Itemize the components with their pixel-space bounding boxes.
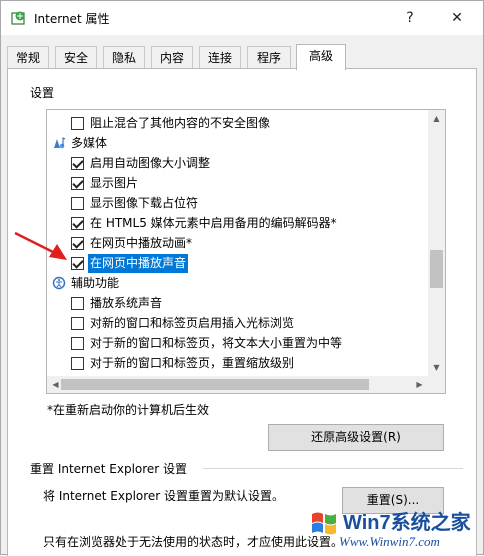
help-button[interactable]: ? — [398, 7, 422, 29]
list-category: 辅助功能 — [47, 273, 427, 293]
checkbox[interactable] — [71, 197, 84, 210]
list-item-label: 播放系统声音 — [90, 296, 163, 310]
checkbox[interactable] — [71, 357, 84, 370]
group-divider — [203, 468, 463, 469]
reset-note: 只有在浏览器处于无法使用的状态时，才应使用此设置。 — [43, 535, 344, 549]
list-item[interactable]: 在 HTML5 媒体元素中启用备用的编码解码器* — [47, 213, 427, 233]
category-label: 辅助功能 — [71, 276, 120, 290]
watermark-title: Win7系统之家 — [343, 512, 471, 534]
tab-strip: 常规 安全 隐私 内容 连接 程序 高级 — [7, 44, 477, 70]
horizontal-scroll-thumb[interactable] — [61, 379, 369, 390]
category-label: 多媒体 — [71, 136, 108, 150]
advanced-tab-panel: 设置 阻止混合了其他内容的不安全图像 多媒体 启用自动图像大小调整 显示图片 显… — [7, 68, 477, 556]
window-title: Internet 属性 — [34, 12, 110, 26]
list-item[interactable]: 阻止混合了其他内容的不安全图像 — [47, 113, 427, 133]
list-item-label: 在 HTML5 媒体元素中启用备用的编码解码器* — [90, 216, 337, 230]
list-item-label: 阻止混合了其他内容的不安全图像 — [90, 116, 271, 130]
checkbox[interactable] — [71, 177, 84, 190]
settings-group-label: 设置 — [30, 86, 55, 100]
reset-group-label: 重置 Internet Explorer 设置 — [30, 462, 188, 476]
list-item[interactable]: 对新的窗口和标签页启用插入光标浏览 — [47, 313, 427, 333]
internet-options-icon — [11, 11, 25, 25]
list-item-label: 对新的窗口和标签页启用插入光标浏览 — [90, 316, 295, 330]
scroll-down-icon[interactable]: ▼ — [428, 359, 445, 376]
tab-privacy[interactable]: 隐私 — [103, 46, 145, 69]
multimedia-icon — [54, 137, 66, 149]
checkbox[interactable] — [71, 117, 84, 130]
watermark-url: Www.Winwin7.com — [339, 534, 440, 549]
list-item-label: 对于新的窗口和标签页，将文本大小重置为中等 — [90, 336, 343, 350]
checkbox[interactable] — [71, 157, 84, 170]
watermark: Win7系统之家 Www.Winwin7.com — [309, 506, 484, 556]
tab-general[interactable]: 常规 — [7, 46, 49, 69]
close-button[interactable]: ✕ — [445, 7, 469, 29]
checkbox[interactable] — [71, 217, 84, 230]
restore-advanced-settings-button[interactable]: 还原高级设置(R) — [268, 424, 444, 451]
list-item-label: 在网页中播放动画* — [90, 236, 193, 250]
checkbox[interactable] — [71, 317, 84, 330]
list-item-label: 显示图像下载占位符 — [90, 196, 199, 210]
list-category: 多媒体 — [47, 133, 427, 153]
checkbox[interactable] — [71, 297, 84, 310]
list-item-label: 对于新的窗口和标签页，重置缩放级别 — [90, 356, 295, 370]
tab-advanced[interactable]: 高级 — [296, 44, 346, 70]
accessibility-icon — [52, 276, 66, 290]
tab-programs[interactable]: 程序 — [247, 46, 291, 69]
list-item[interactable]: 对于新的窗口和标签页，重置缩放级别 — [47, 353, 427, 373]
restart-note: *在重新启动你的计算机后生效 — [47, 403, 210, 417]
list-item-label: 显示图片 — [90, 176, 139, 190]
list-item[interactable]: 显示图片 — [47, 173, 427, 193]
horizontal-scrollbar[interactable]: ◀ ▶ — [47, 376, 428, 393]
internet-properties-dialog: Internet 属性 ? ✕ 常规 安全 隐私 内容 连接 程序 高级 设置 … — [0, 0, 484, 556]
checkbox[interactable] — [71, 237, 84, 250]
list-item[interactable]: 显示图像下载占位符 — [47, 193, 427, 213]
vertical-scroll-thumb[interactable] — [430, 250, 443, 288]
windows-logo-icon — [312, 512, 336, 535]
list-item[interactable]: 对于新的窗口和标签页，将文本大小重置为中等 — [47, 333, 427, 353]
list-item-selected[interactable]: 在网页中播放声音 — [47, 253, 427, 274]
scroll-right-icon[interactable]: ▶ — [411, 376, 428, 393]
checkbox[interactable] — [71, 337, 84, 350]
title-bar[interactable]: Internet 属性 ? ✕ — [1, 1, 483, 35]
tab-content[interactable]: 内容 — [151, 46, 193, 69]
vertical-scrollbar[interactable]: ▲ ▼ — [428, 110, 445, 376]
list-item[interactable]: 启用自动图像大小调整 — [47, 153, 427, 173]
list-item[interactable]: 在网页中播放动画* — [47, 233, 427, 253]
settings-list[interactable]: 阻止混合了其他内容的不安全图像 多媒体 启用自动图像大小调整 显示图片 显示图像… — [46, 109, 446, 394]
list-item-label: 在网页中播放声音 — [86, 253, 190, 274]
list-item-label: 启用自动图像大小调整 — [90, 156, 211, 170]
tab-security[interactable]: 安全 — [55, 46, 97, 69]
tab-connections[interactable]: 连接 — [199, 46, 241, 69]
checkbox[interactable] — [71, 257, 84, 270]
scroll-corner — [428, 376, 445, 393]
list-item[interactable]: 播放系统声音 — [47, 293, 427, 313]
reset-description: 将 Internet Explorer 设置重置为默认设置。 — [43, 489, 285, 503]
scroll-up-icon[interactable]: ▲ — [428, 110, 445, 127]
